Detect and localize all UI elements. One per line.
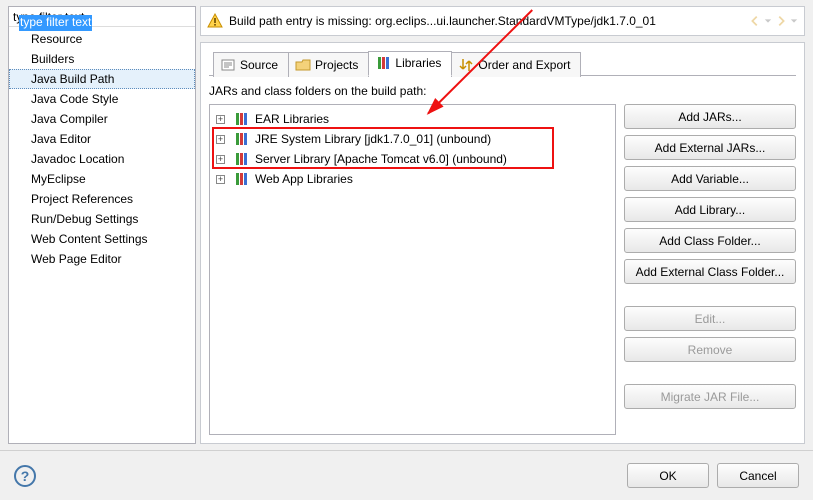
order-export-icon — [458, 57, 474, 73]
libraries-list[interactable]: + EAR Libraries + JRE System Library [jd… — [209, 104, 616, 435]
expand-icon[interactable]: + — [216, 175, 225, 184]
nav-forward-icon[interactable] — [774, 14, 788, 28]
help-icon[interactable]: ? — [14, 465, 36, 487]
tab-source[interactable]: Source — [213, 52, 289, 77]
add-class-folder-button[interactable]: Add Class Folder... — [624, 228, 796, 253]
sidebar-item-java-compiler[interactable]: Java Compiler — [9, 109, 195, 129]
sidebar-item-builders[interactable]: Builders — [9, 49, 195, 69]
nav-back-icon[interactable] — [748, 14, 762, 28]
library-item-webapp[interactable]: + Web App Libraries — [214, 169, 611, 189]
dropdown-icon[interactable] — [790, 17, 798, 25]
category-sidebar: type filter text Resource Builders Java … — [8, 6, 196, 444]
library-icon — [233, 111, 249, 127]
add-variable-button[interactable]: Add Variable... — [624, 166, 796, 191]
libraries-icon — [375, 55, 391, 71]
library-icon — [233, 131, 249, 147]
expand-icon[interactable]: + — [216, 135, 225, 144]
library-label: JRE System Library [jdk1.7.0_01] (unboun… — [255, 131, 491, 147]
add-jars-button[interactable]: Add JARs... — [624, 104, 796, 129]
source-icon — [220, 57, 236, 73]
tab-libraries[interactable]: Libraries — [368, 51, 452, 76]
library-label: Server Library [Apache Tomcat v6.0] (unb… — [255, 151, 507, 167]
migrate-jar-button: Migrate JAR File... — [624, 384, 796, 409]
library-item-ear[interactable]: + EAR Libraries — [214, 109, 611, 129]
cancel-button[interactable]: Cancel — [717, 463, 799, 488]
ok-button[interactable]: OK — [627, 463, 709, 488]
tab-label: Order and Export — [478, 58, 570, 72]
library-item-jre[interactable]: + JRE System Library [jdk1.7.0_01] (unbo… — [214, 129, 611, 149]
sidebar-item-javadoc-location[interactable]: Javadoc Location — [9, 149, 195, 169]
remove-button: Remove — [624, 337, 796, 362]
filter-text-input[interactable] — [9, 7, 195, 27]
tab-label: Libraries — [395, 56, 441, 70]
tab-order-export[interactable]: Order and Export — [451, 52, 581, 77]
sidebar-item-web-page-editor[interactable]: Web Page Editor — [9, 249, 195, 269]
sidebar-item-run-debug-settings[interactable]: Run/Debug Settings — [9, 209, 195, 229]
sidebar-item-project-references[interactable]: Project References — [9, 189, 195, 209]
sidebar-item-java-code-style[interactable]: Java Code Style — [9, 89, 195, 109]
library-icon — [233, 171, 249, 187]
tab-label: Source — [240, 58, 278, 72]
build-path-panel: Source Projects Libraries Order and Expo… — [200, 42, 805, 444]
expand-icon[interactable]: + — [216, 155, 225, 164]
sidebar-item-java-build-path[interactable]: Java Build Path — [9, 69, 195, 89]
projects-icon — [295, 57, 311, 73]
library-label: EAR Libraries — [255, 111, 329, 127]
tab-bar: Source Projects Libraries Order and Expo… — [209, 51, 796, 76]
sidebar-item-java-editor[interactable]: Java Editor — [9, 129, 195, 149]
library-label: Web App Libraries — [255, 171, 353, 187]
tab-label: Projects — [315, 58, 358, 72]
sidebar-item-web-content-settings[interactable]: Web Content Settings — [9, 229, 195, 249]
add-external-class-folder-button[interactable]: Add External Class Folder... — [624, 259, 796, 284]
sidebar-item-resource[interactable]: Resource — [9, 29, 195, 49]
expand-icon[interactable]: + — [216, 115, 225, 124]
add-external-jars-button[interactable]: Add External JARs... — [624, 135, 796, 160]
tab-projects[interactable]: Projects — [288, 52, 369, 77]
library-buttons: Add JARs... Add External JARs... Add Var… — [624, 104, 796, 435]
warning-icon — [207, 13, 223, 29]
library-item-server[interactable]: + Server Library [Apache Tomcat v6.0] (u… — [214, 149, 611, 169]
library-icon — [233, 151, 249, 167]
jars-heading: JARs and class folders on the build path… — [209, 84, 796, 98]
category-tree[interactable]: Resource Builders Java Build Path Java C… — [9, 27, 195, 443]
sidebar-item-myeclipse[interactable]: MyEclipse — [9, 169, 195, 189]
warning-banner: Build path entry is missing: org.eclips.… — [200, 6, 805, 36]
warning-text: Build path entry is missing: org.eclips.… — [223, 14, 748, 28]
edit-button: Edit... — [624, 306, 796, 331]
add-library-button[interactable]: Add Library... — [624, 197, 796, 222]
dropdown-icon[interactable] — [764, 17, 772, 25]
dialog-footer: ? OK Cancel — [0, 450, 813, 500]
